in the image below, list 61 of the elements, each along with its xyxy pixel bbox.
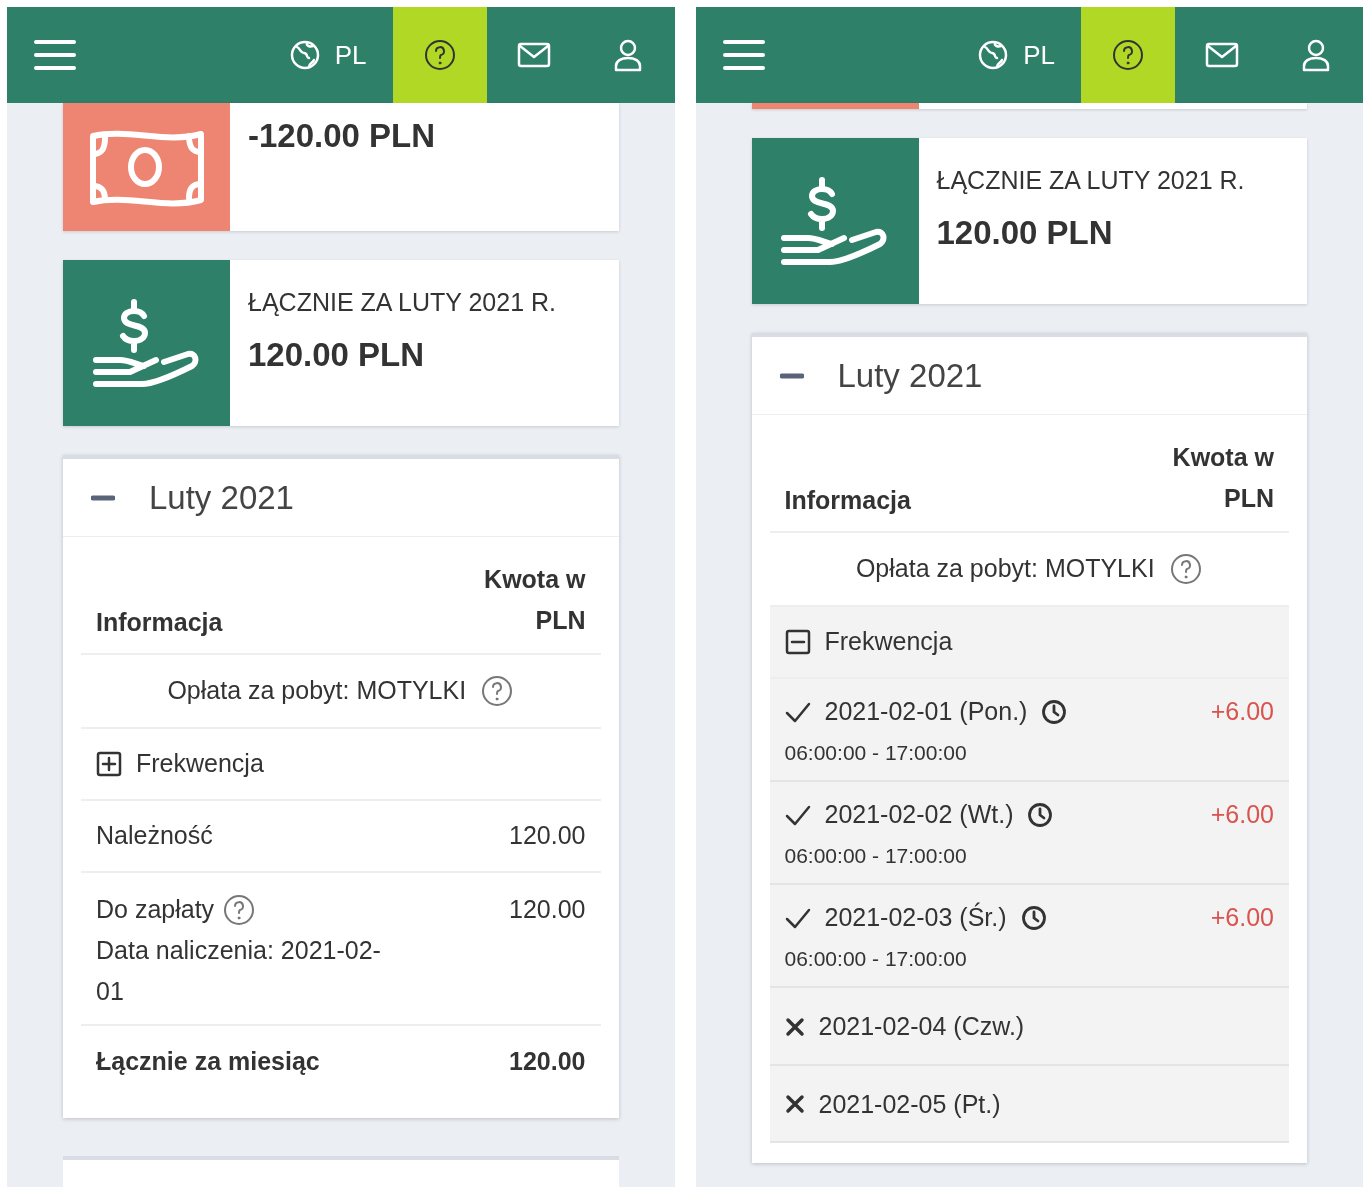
- row-label: Do zapłaty: [96, 894, 215, 925]
- row-value: 120.00: [509, 820, 586, 852]
- column-header: Informacja: [784, 484, 911, 516]
- day-date: 2021-02-01 (Pon.): [824, 696, 1028, 727]
- day-time: 06:00:00 - 17:00:00: [784, 945, 968, 972]
- day-amount: +6.00: [1210, 799, 1274, 830]
- month-title: Luty 2021: [149, 477, 294, 518]
- month-title: Luty 2021: [837, 355, 983, 396]
- fee-label: Opłata za pobyt: MOTYLKI: [855, 553, 1155, 585]
- mail-icon: [516, 41, 551, 69]
- collapse-square-icon: [784, 629, 811, 655]
- language-button[interactable]: PL: [288, 7, 393, 103]
- day-time: 06:00:00 - 17:00:00: [784, 739, 968, 766]
- collapse-toggle[interactable]: [779, 372, 804, 379]
- language-button[interactable]: PL: [977, 7, 1081, 103]
- help-icon: [480, 674, 515, 708]
- row-label: Należność: [96, 820, 213, 852]
- help-button[interactable]: [1081, 7, 1175, 103]
- row-value: 120.00: [509, 894, 586, 925]
- day-date: 2021-02-02 (Wt.): [824, 799, 1014, 830]
- row-note: Data naliczenia: 2021-02-01: [96, 935, 382, 1007]
- collapse-minus-icon: [779, 372, 804, 379]
- expand-square-icon: [96, 751, 122, 777]
- day-time: 06:00:00 - 17:00:00: [784, 842, 968, 869]
- column-header: Kwota w PLN: [483, 564, 586, 636]
- language-label: PL: [1023, 38, 1055, 72]
- help-button[interactable]: [392, 7, 487, 103]
- mail-icon: [1205, 41, 1239, 69]
- card-amount: 120.00 PLN: [936, 212, 1114, 253]
- help-icon: [422, 38, 457, 72]
- user-icon: [612, 38, 643, 72]
- card-title: ŁĄCZNIE ZA LUTY 2021 R.: [936, 165, 1245, 196]
- clock-icon: [1027, 801, 1054, 828]
- card-title: ŁĄCZNIE ZA LUTY 2021 R.: [248, 287, 556, 318]
- total-value: 120.00: [509, 1046, 586, 1078]
- help-icon: [222, 892, 257, 927]
- language-label: PL: [334, 38, 367, 72]
- column-header: Informacja: [96, 606, 223, 638]
- attendance-toggle[interactable]: Frekwencja: [769, 607, 1289, 679]
- card-amount: -120.00 PLN: [248, 116, 436, 156]
- clock-icon: [1041, 698, 1068, 725]
- help-icon: [1168, 552, 1203, 586]
- globe-icon: [977, 39, 1010, 71]
- menu-icon: [722, 38, 765, 72]
- day-amount: +6.00: [1210, 902, 1274, 933]
- day-date: 2021-02-04 (Czw.): [818, 1011, 1025, 1042]
- collapse-minus-icon: [91, 494, 115, 501]
- collapse-toggle[interactable]: [91, 494, 115, 501]
- fee-label: Opłata za pobyt: MOTYLKI: [167, 675, 467, 707]
- menu-icon: [34, 38, 76, 72]
- day-amount: +6.00: [1210, 696, 1274, 727]
- day-date: 2021-02-05 (Pt.): [818, 1088, 1001, 1120]
- day-date: 2021-02-03 (Śr.): [824, 901, 1007, 933]
- column-header: Kwota w PLN: [1171, 442, 1274, 514]
- globe-icon: [288, 39, 321, 71]
- user-icon: [1301, 38, 1331, 72]
- clock-icon: [1020, 904, 1047, 931]
- card-amount: 120.00 PLN: [248, 334, 426, 375]
- total-label: Łącznie za miesiąc: [96, 1046, 320, 1078]
- help-icon: [1111, 38, 1145, 72]
- attendance-toggle[interactable]: Frekwencja: [81, 729, 601, 801]
